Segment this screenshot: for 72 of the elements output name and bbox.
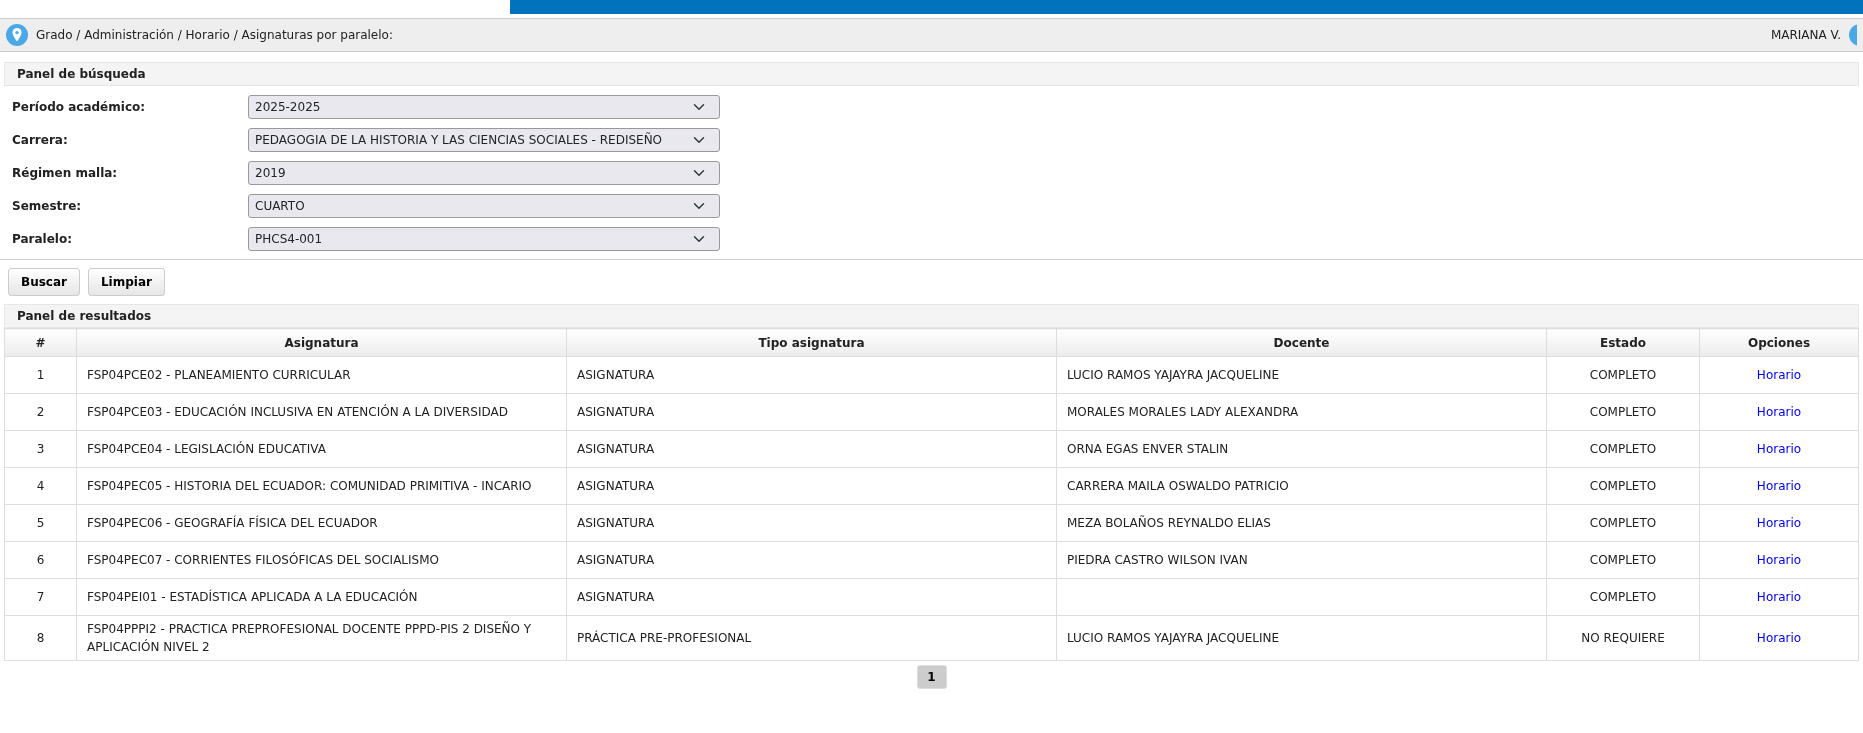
action-button[interactable]: Buscar: [8, 268, 80, 296]
table-cell: ASIGNATURA: [566, 504, 1057, 542]
schedule-link[interactable]: Horario: [1756, 368, 1802, 382]
table-cell: LUCIO RAMOS YAJAYRA JACQUELINE: [1056, 615, 1547, 661]
dropdown[interactable]: PHCS4-001: [248, 226, 720, 251]
table-cell: MORALES MORALES LADY ALEXANDRA: [1056, 393, 1547, 431]
schedule-link[interactable]: Horario: [1756, 631, 1802, 645]
table-cell: FSP04PEC07 - CORRIENTES FILOSÓFICAS DEL SOCIALISMO: [76, 541, 567, 579]
column-header: #: [4, 328, 77, 357]
table-cell: ASIGNATURA: [566, 467, 1057, 505]
table-cell: 3: [4, 430, 77, 468]
field-label: Período académico:: [12, 98, 147, 116]
table-cell: ASIGNATURA: [566, 356, 1057, 394]
table-cell: FSP04PEC06 - GEOGRAFÍA FÍSICA DEL ECUADOR: [76, 504, 567, 542]
table-cell: FSP04PCE03 - EDUCACIÓN INCLUSIVA EN ATENCIÓN A LA DIVERSIDAD: [76, 393, 567, 431]
table-cell: PIEDRA CASTRO WILSON IVAN: [1056, 541, 1547, 579]
table-cell: ASIGNATURA: [566, 541, 1057, 579]
dropdown[interactable]: 2019: [248, 160, 720, 185]
table-cell: COMPLETO: [1546, 504, 1700, 542]
table-cell: FSP04PCE02 - PLANEAMIENTO CURRICULAR: [76, 356, 567, 394]
table-cell: COMPLETO: [1546, 393, 1700, 431]
table-cell: PRÁCTICA PRE-PROFESIONAL: [566, 615, 1057, 661]
table-cell: 5: [4, 504, 77, 542]
location-pin-icon: [6, 24, 28, 46]
table-cell: COMPLETO: [1546, 467, 1700, 505]
table-cell: FSP04PEC05 - HISTORIA DEL ECUADOR: COMUNIDAD PRIMITIVA - INCARIO: [76, 467, 567, 505]
field-label: Paralelo:: [12, 230, 73, 248]
schedule-link[interactable]: Horario: [1756, 516, 1802, 530]
schedule-link[interactable]: Horario: [1756, 405, 1802, 419]
table-cell: LUCIO RAMOS YAJAYRA JACQUELINE: [1056, 356, 1547, 394]
column-header: Tipo asignatura: [566, 328, 1057, 357]
table-cell: ASIGNATURA: [566, 430, 1057, 468]
field-label: Semestre:: [12, 197, 83, 215]
table-cell: COMPLETO: [1546, 430, 1700, 468]
field-label: Carrera:: [12, 131, 69, 149]
table-cell: 8: [4, 615, 77, 661]
table-cell: NO REQUIERE: [1546, 615, 1700, 661]
table-cell: CARRERA MAILA OSWALDO PATRICIO: [1056, 467, 1547, 505]
table-cell: 6: [4, 541, 77, 579]
table-cell: ASIGNATURA: [566, 578, 1057, 616]
panel-title: Panel de búsqueda: [4, 62, 1859, 86]
column-header: Opciones: [1699, 328, 1859, 357]
table-cell: ASIGNATURA: [566, 393, 1057, 431]
user-name: MARIANA V.: [1770, 27, 1841, 44]
table-cell: 1: [4, 356, 77, 394]
table-cell: 4: [4, 467, 77, 505]
breadcrumb: Grado / Administración / Horario / Asignaturas por paralelo:: [36, 27, 393, 44]
table-cell: MEZA BOLAÑOS REYNALDO ELIAS: [1056, 504, 1547, 542]
table-cell: FSP04PPPI2 - PRACTICA PREPROFESIONAL DOCENTE PPPD-PIS 2 DISEÑO Y APLICACIÓN NIVEL 2: [76, 615, 567, 661]
table-cell: COMPLETO: [1546, 578, 1700, 616]
column-header: Docente: [1056, 328, 1547, 357]
dropdown[interactable]: PEDAGOGIA DE LA HISTORIA Y LAS CIENCIAS SOCIALES - REDISEÑO: [248, 127, 720, 152]
field-label: Régimen malla:: [12, 164, 119, 182]
column-header: Asignatura: [76, 328, 567, 357]
table-cell: 7: [4, 578, 77, 616]
schedule-link[interactable]: Horario: [1756, 442, 1802, 456]
table-cell: COMPLETO: [1546, 356, 1700, 394]
dropdown[interactable]: CUARTO: [248, 193, 720, 218]
dropdown[interactable]: 2025-2025: [248, 94, 720, 119]
schedule-link[interactable]: Horario: [1756, 479, 1802, 493]
schedule-link[interactable]: Horario: [1756, 590, 1802, 604]
table-cell: ORNA EGAS ENVER STALIN: [1056, 430, 1547, 468]
table-cell: 2: [4, 393, 77, 431]
table-cell: FSP04PEI01 - ESTADÍSTICA APLICADA A LA EDUCACIÓN: [76, 578, 567, 616]
table-cell: COMPLETO: [1546, 541, 1700, 579]
column-header: Estado: [1546, 328, 1700, 357]
panel-title: Panel de resultados: [4, 304, 1859, 328]
action-button[interactable]: Limpiar: [87, 268, 165, 296]
page-button[interactable]: 1: [916, 665, 947, 689]
user-avatar-icon: [1849, 24, 1857, 46]
schedule-link[interactable]: Horario: [1756, 553, 1802, 567]
table-cell: FSP04PCE04 - LEGISLACIÓN EDUCATIVA: [76, 430, 567, 468]
